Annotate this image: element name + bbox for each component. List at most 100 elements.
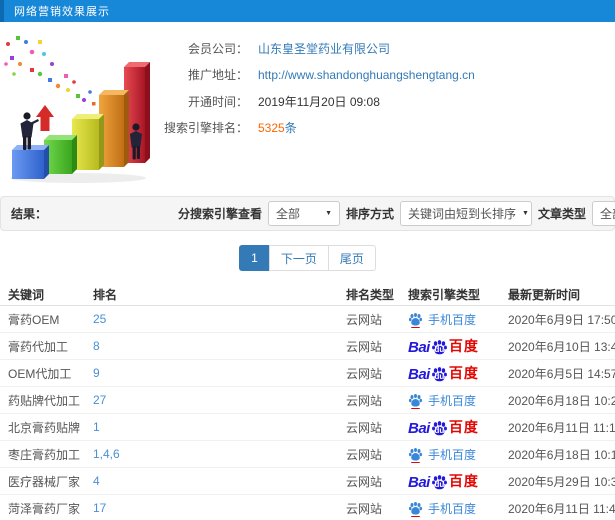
baidu-paw-icon: du xyxy=(431,339,448,356)
updated-time-cell: 2020年6月11日 11:18 xyxy=(508,420,615,435)
keyword-cell: 膏药OEM xyxy=(8,312,60,327)
filter-controls: 分搜索引擎查看 全部 ▼ 排序方式 关键词由短到长排序 ▼ 文章类型 全部 ▼ … xyxy=(175,200,615,227)
engine-rank-count-value: 5325 xyxy=(258,120,285,135)
confetti-dots xyxy=(4,36,96,106)
rank-type-cell: 云网站 xyxy=(346,447,383,462)
baidu-engine-logo: Bai du 百度 xyxy=(408,471,500,491)
baidu-logo-bai: Bai xyxy=(408,474,430,491)
promotion-url-row: 推广地址： http://www.shandonghuangshengtang.c… xyxy=(152,62,615,89)
rank-link[interactable]: 8 xyxy=(85,339,338,353)
next-page-button[interactable]: 下一页 xyxy=(268,245,329,271)
engine-select[interactable]: 全部 ▼ xyxy=(268,201,341,226)
table-row: 枣庄膏药加工 1,4,6 云网站 手机百度 2020年6月18日 10:19 xyxy=(0,441,615,468)
mobile-baidu-engine: 手机百度 xyxy=(408,500,500,517)
rank-type-cell: 云网站 xyxy=(346,339,383,354)
mobile-baidu-engine: 手机百度 xyxy=(408,392,500,409)
keyword-cell: 北京膏药贴牌 xyxy=(8,420,81,435)
engine-type-cell: 手机百度 xyxy=(400,392,500,409)
baidu-logo-cn: 百度 xyxy=(448,419,479,435)
baidu-paw-icon xyxy=(408,501,423,514)
keyword-cell: 枣庄膏药加工 xyxy=(8,447,81,462)
promotion-url-value[interactable]: http://www.shandonghuangshengtang.cn xyxy=(258,68,475,82)
column-header: 关键词 xyxy=(8,288,45,302)
bars xyxy=(12,62,150,179)
engine-rank-count-row: 搜索引擎排名： 5325 条 xyxy=(152,115,615,142)
sort-select[interactable]: 关键词由短到长排序 ▼ xyxy=(400,201,533,226)
article-type-select[interactable]: 全部 ▼ xyxy=(592,201,615,226)
column-header: 搜索引擎类型 xyxy=(408,288,481,302)
engine-type-cell: 手机百度 xyxy=(400,446,500,463)
page-header: 网络营销效果展示 xyxy=(0,0,615,22)
promotion-url-label: 推广地址： xyxy=(187,68,248,83)
rank-link[interactable]: 17 xyxy=(85,501,338,515)
baidu-logo-cn: 百度 xyxy=(448,338,479,354)
rank-type-cell: 云网站 xyxy=(346,393,383,408)
page-title: 网络营销效果展示 xyxy=(14,6,110,18)
chevron-down-icon: ▼ xyxy=(522,210,529,217)
article-type-label: 文章类型 xyxy=(538,207,587,221)
info-section: 会员公司： 山东皇圣堂药业有限公司推广地址： http://www.shandong… xyxy=(0,30,615,185)
engine-type-cell: Bai du 百度 xyxy=(400,336,500,356)
engine-type-cell: 手机百度 xyxy=(400,311,500,328)
table-header-row: 关键词 排名 排名类型 搜索引擎类型 最新更新时间 xyxy=(0,284,615,306)
member-company-value[interactable]: 山东皇圣堂药业有限公司 xyxy=(258,40,390,57)
rank-link[interactable]: 1 xyxy=(85,420,338,434)
rank-type-cell: 云网站 xyxy=(346,474,383,489)
table-row: OEM代加工 9 云网站 Bai du 百度 2020年6月5日 14:57 xyxy=(0,360,615,387)
mobile-baidu-paw-icon xyxy=(408,447,423,463)
updated-time-cell: 2020年5月29日 10:32 xyxy=(508,474,615,489)
keyword-cell: 膏药代加工 xyxy=(8,339,69,354)
updated-time-cell: 2020年6月10日 13:40 xyxy=(508,339,615,354)
mobile-baidu-label: 手机百度 xyxy=(428,447,477,462)
open-time-row: 开通时间： 2019年11月20日 09:08 xyxy=(152,88,615,115)
mobile-baidu-engine: 手机百度 xyxy=(408,311,500,328)
keyword-cell: OEM代加工 xyxy=(8,366,72,381)
baidu-paw-icon: du xyxy=(431,474,448,491)
table-row: 膏药代加工 8 云网站 Bai du 百度 2020年6月10日 13:40 xyxy=(0,333,615,360)
businessman-left xyxy=(20,112,39,150)
mobile-baidu-paw-icon xyxy=(408,312,423,328)
page-1-button[interactable]: 1 xyxy=(239,245,270,271)
column-header: 排名 xyxy=(93,288,118,302)
rank-link[interactable]: 9 xyxy=(85,366,338,380)
baidu-logo-bai: Bai xyxy=(408,339,430,356)
rank-type-cell: 云网站 xyxy=(346,420,383,435)
engine-rank-count-label: 搜索引擎排名： xyxy=(163,121,248,136)
rank-link[interactable]: 27 xyxy=(85,393,338,407)
updated-time-cell: 2020年6月18日 10:19 xyxy=(508,447,615,462)
baidu-paw-icon xyxy=(408,312,423,325)
baidu-engine-logo: Bai du 百度 xyxy=(408,336,500,356)
updated-time-cell: 2020年6月5日 14:57 xyxy=(508,366,615,381)
keyword-cell: 药贴牌代加工 xyxy=(8,393,81,408)
rank-link[interactable]: 25 xyxy=(85,312,338,326)
engine-type-cell: Bai du 百度 xyxy=(400,363,500,383)
rank-link[interactable]: 4 xyxy=(85,474,338,488)
result-label: 结果： xyxy=(11,207,48,221)
updated-time-cell: 2020年6月11日 11:40 xyxy=(508,501,615,516)
filter-bar: 结果： 分搜索引擎查看 全部 ▼ 排序方式 关键词由短到长排序 ▼ 文章类型 全… xyxy=(0,196,615,231)
engine-type-cell: 手机百度 xyxy=(400,500,500,517)
rank-type-cell: 云网站 xyxy=(346,312,383,327)
column-header: 排名类型 xyxy=(346,288,395,302)
engine-rank-count-suffix: 条 xyxy=(284,121,297,136)
bar-chart-clipart-image xyxy=(4,36,150,183)
up-arrow-icon xyxy=(36,105,54,131)
last-page-button[interactable]: 尾页 xyxy=(327,245,376,271)
member-company-row: 会员公司： 山东皇圣堂药业有限公司 xyxy=(152,35,615,62)
mobile-baidu-label: 手机百度 xyxy=(428,312,477,327)
column-header: 最新更新时间 xyxy=(508,288,581,302)
pagination: 1 下一页 尾页 xyxy=(0,245,615,271)
keyword-cell: 菏泽膏药厂家 xyxy=(8,501,81,516)
keyword-rank-table: 关键词 排名 排名类型 搜索引擎类型 最新更新时间 膏药OEM 25 云网站 手机百度 2020年… xyxy=(0,284,615,520)
baidu-engine-logo: Bai du 百度 xyxy=(408,417,500,437)
baidu-paw-icon: du xyxy=(431,420,448,437)
baidu-logo-cn: 百度 xyxy=(448,473,479,489)
baidu-logo-cn: 百度 xyxy=(448,365,479,381)
rank-link[interactable]: 1,4,6 xyxy=(85,447,338,461)
rank-type-cell: 云网站 xyxy=(346,501,383,516)
engine-type-cell: Bai du 百度 xyxy=(400,417,500,437)
baidu-engine-logo: Bai du 百度 xyxy=(408,363,500,383)
open-time-value: 2019年11月20日 09:08 xyxy=(258,94,380,109)
mobile-baidu-engine: 手机百度 xyxy=(408,446,500,463)
table-row: 膏药OEM 25 云网站 手机百度 2020年6月9日 17:50 xyxy=(0,306,615,333)
